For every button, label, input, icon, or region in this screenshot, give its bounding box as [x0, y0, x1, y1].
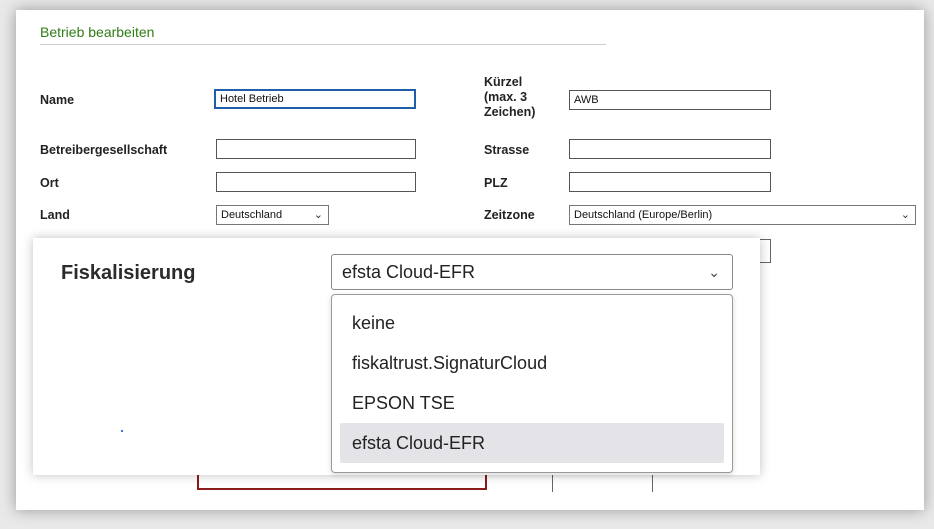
fiscalization-label: Fiskalisierung	[61, 262, 196, 284]
fiscalization-option-efsta[interactable]: efsta Cloud-EFR	[340, 423, 724, 463]
zip-input[interactable]	[569, 172, 771, 192]
timezone-select[interactable]: Deutschland (Europe/Berlin) ⌄	[569, 205, 916, 225]
decorative-dot	[121, 430, 123, 432]
fiscalization-dropdown-list: keine fiskaltrust.SignaturCloud EPSON TS…	[331, 294, 733, 473]
fiscalization-option-fiskaltrust[interactable]: fiskaltrust.SignaturCloud	[340, 343, 724, 383]
kuerzel-input[interactable]	[569, 90, 771, 110]
name-label: Name	[40, 93, 75, 107]
street-label: Strasse	[484, 143, 530, 157]
chevron-down-icon: ⌄	[708, 264, 720, 280]
timezone-select-value: Deutschland (Europe/Berlin)	[574, 209, 713, 221]
operator-company-input[interactable]	[216, 139, 416, 159]
fiscalization-zoom-panel: Fiskalisierung efsta Cloud-EFR ⌄ keine f…	[33, 238, 760, 475]
city-label: Ort	[40, 176, 59, 190]
fiscalization-select-value: efsta Cloud-EFR	[342, 262, 476, 282]
fiscalization-option-epson-tse[interactable]: EPSON TSE	[340, 383, 724, 423]
chevron-down-icon: ⌄	[313, 209, 323, 221]
country-select[interactable]: Deutschland ⌄	[216, 205, 329, 225]
section-divider	[40, 44, 606, 45]
fiscalization-select[interactable]: efsta Cloud-EFR ⌄	[331, 254, 733, 290]
kuerzel-label: Kürzel (max. 3 Zeichen)	[484, 75, 535, 120]
timezone-label: Zeitzone	[484, 208, 535, 222]
kuerzel-label-line-2: (max. 3	[484, 90, 528, 104]
city-input[interactable]	[216, 172, 416, 192]
operator-company-label: Betreibergesellschaft	[40, 143, 168, 157]
partially-hidden-field	[760, 239, 771, 263]
country-select-value: Deutschland	[221, 209, 283, 221]
kuerzel-label-line-3: Zeichen)	[484, 105, 536, 119]
chevron-down-icon: ⌄	[900, 209, 910, 221]
zip-label: PLZ	[484, 176, 508, 190]
fiscalization-option-keine[interactable]: keine	[340, 303, 724, 343]
section-title: Betrieb bearbeiten	[40, 24, 155, 40]
name-input[interactable]	[214, 89, 416, 109]
street-input[interactable]	[569, 139, 771, 159]
kuerzel-label-line-1: Kürzel	[484, 75, 523, 89]
country-label: Land	[40, 208, 70, 222]
